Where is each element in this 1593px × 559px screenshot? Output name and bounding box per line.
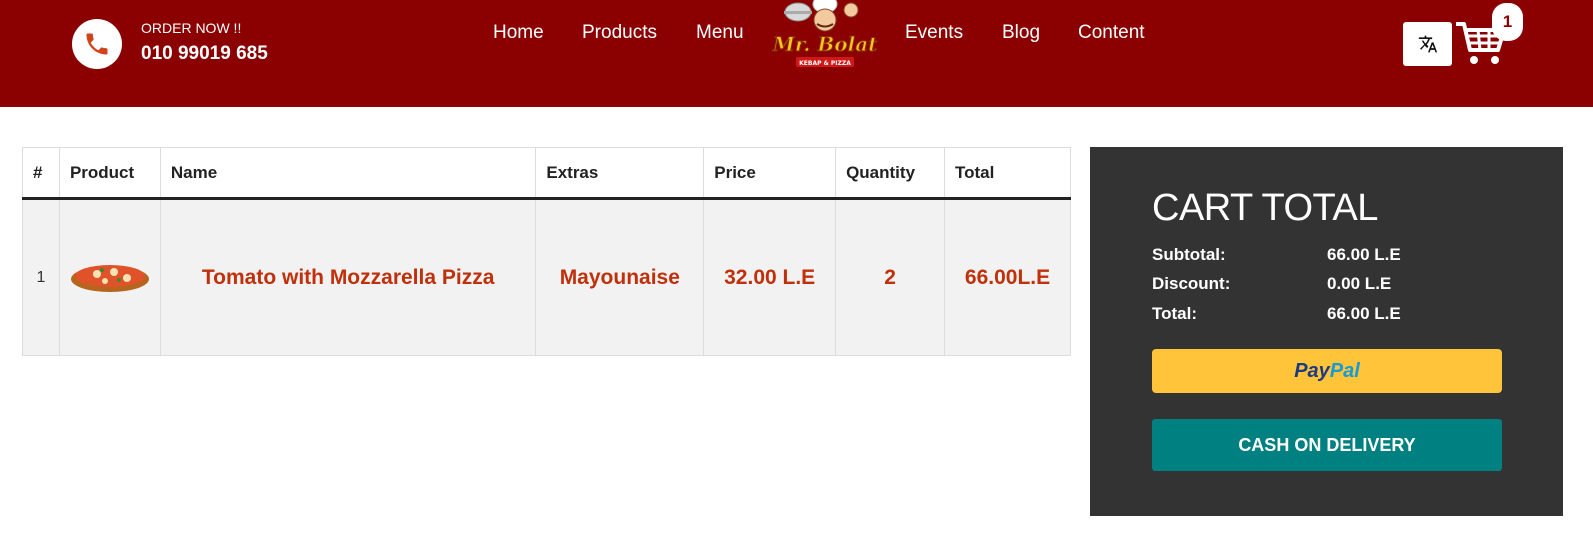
product-image-cell: [58, 198, 161, 356]
row-number: 1: [22, 198, 60, 356]
phone-button[interactable]: [72, 19, 122, 69]
product-extras: Mayounaise: [535, 198, 705, 356]
table-header-row: # Product Name Extras Price Quantity Tot…: [22, 147, 1071, 200]
col-product: Product: [58, 147, 161, 200]
col-total: Total: [944, 147, 1071, 200]
language-button[interactable]: [1403, 22, 1452, 66]
product-total: 66.00L.E: [944, 198, 1071, 356]
paypal-logo-pal: Pal: [1329, 359, 1360, 382]
logo-wordmark: Mr. Bolat: [772, 32, 879, 56]
subtotal-value: 66.00 L.E: [1327, 245, 1401, 264]
phone-icon: [86, 33, 108, 55]
col-quantity: Quantity: [835, 147, 946, 200]
cart-total-panel: CART TOTAL Subtotal: 66.00 L.E Discount:…: [1090, 147, 1563, 516]
order-phone-number[interactable]: 010 99019 685: [141, 43, 268, 65]
nav-blog[interactable]: Blog: [1002, 22, 1040, 44]
col-price: Price: [703, 147, 837, 200]
product-price: 32.00 L.E: [703, 198, 837, 356]
discount-label: Discount:: [1152, 274, 1231, 293]
col-name: Name: [159, 147, 537, 200]
site-logo[interactable]: Mr. Bolat KEBAP & PIZZA: [770, 0, 880, 78]
cart-table: # Product Name Extras Price Quantity Tot…: [22, 147, 1071, 356]
total-label: Total:: [1152, 304, 1198, 323]
col-extras: Extras: [535, 147, 705, 200]
product-name[interactable]: Tomato with Mozzarella Pizza: [159, 198, 537, 356]
site-header: ORDER NOW !! 010 99019 685 Home Products…: [0, 0, 1593, 107]
cart-count-badge: 1: [1492, 3, 1523, 41]
paypal-logo-pay: Pay: [1294, 359, 1330, 382]
subtotal-label: Subtotal:: [1152, 245, 1226, 264]
nav-home[interactable]: Home: [493, 22, 544, 44]
cart-total-title: CART TOTAL: [1152, 187, 1378, 229]
nav-products[interactable]: Products: [582, 22, 657, 44]
discount-value: 0.00 L.E: [1327, 274, 1392, 293]
nav-content[interactable]: Content: [1078, 22, 1145, 44]
cash-on-delivery-button[interactable]: CASH ON DELIVERY: [1152, 419, 1502, 471]
logo-subtext: KEBAP & PIZZA: [799, 60, 851, 67]
total-value: 66.00 L.E: [1327, 304, 1401, 323]
product-quantity: 2: [835, 198, 946, 356]
nav-events[interactable]: Events: [905, 22, 963, 44]
col-number: #: [22, 147, 60, 200]
translate-icon: [1418, 35, 1437, 53]
nav-menu[interactable]: Menu: [696, 22, 744, 44]
order-now-label: ORDER NOW !!: [141, 20, 242, 36]
paypal-button[interactable]: Pay Pal: [1152, 349, 1502, 393]
table-row: 1 Tomato with Mozzarella Pizza Mayounais…: [22, 198, 1071, 356]
pizza-image[interactable]: [69, 255, 151, 295]
